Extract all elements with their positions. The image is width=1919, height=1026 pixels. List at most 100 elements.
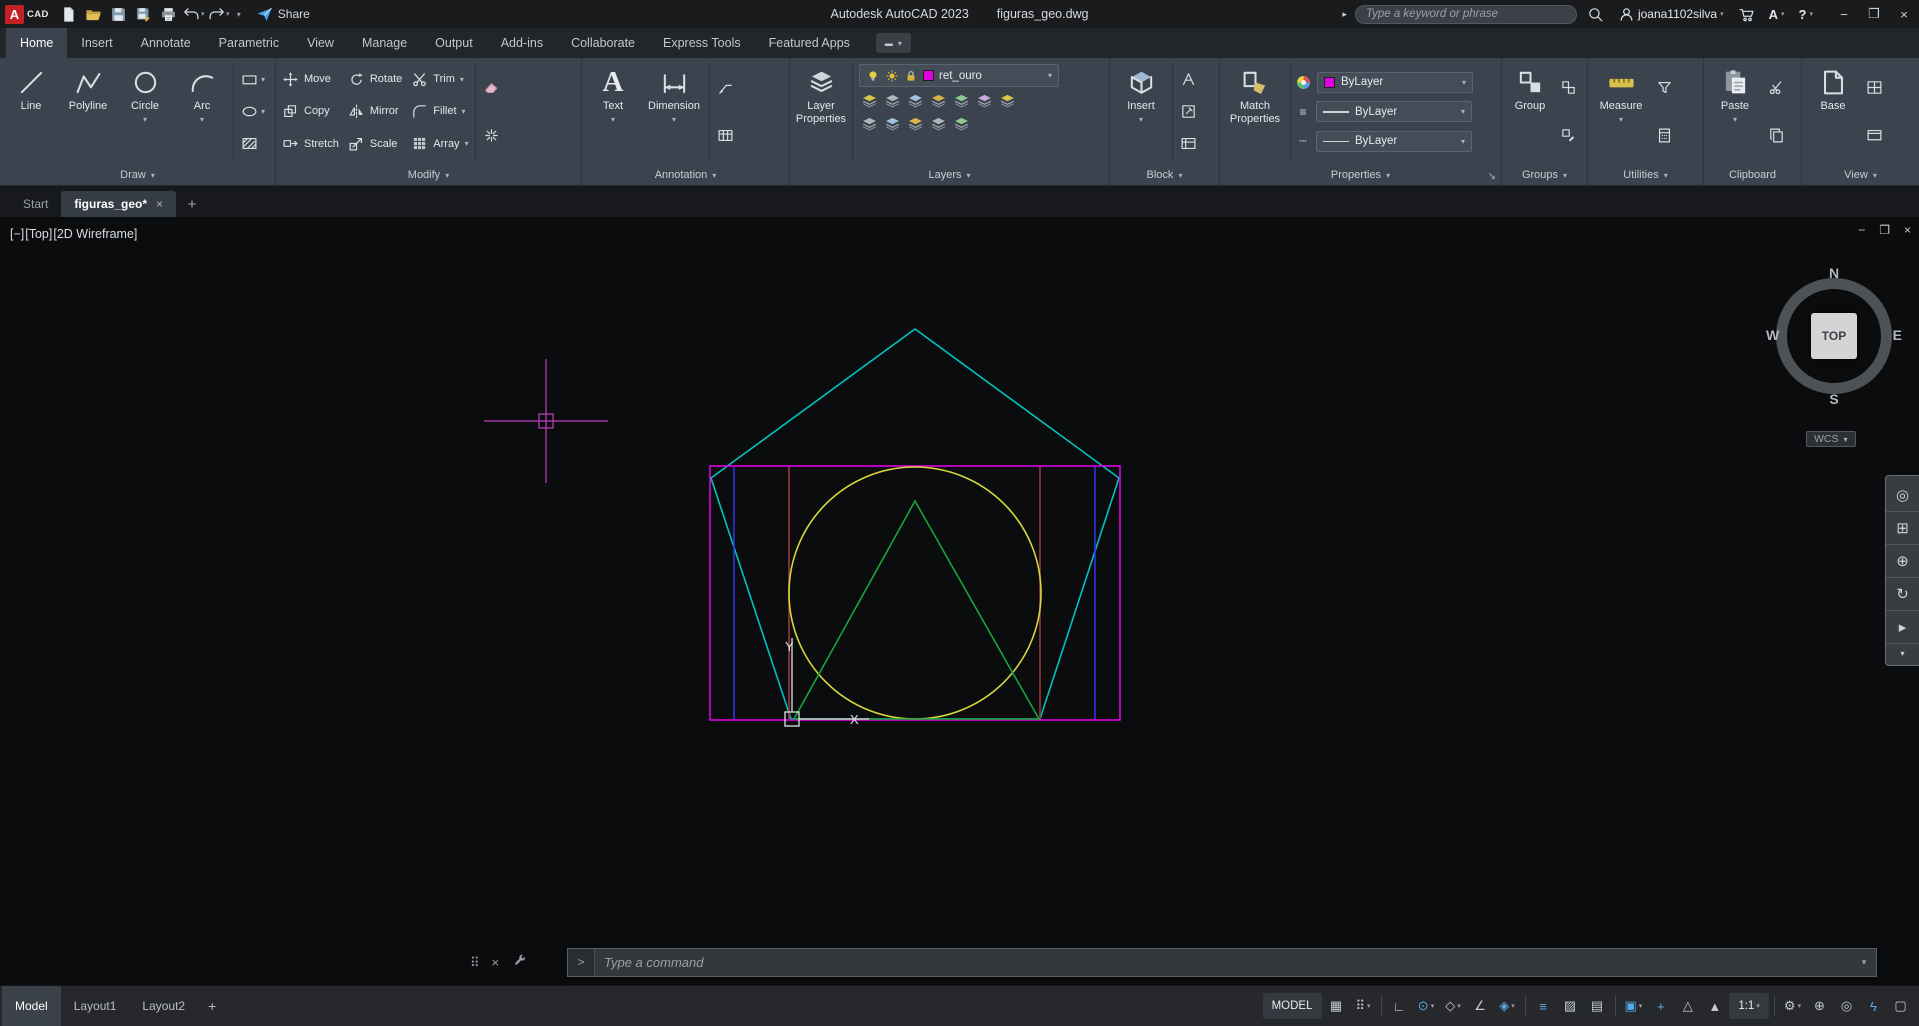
viewport-minimize-control[interactable]: [−] [10, 227, 24, 241]
line-button[interactable]: Line [4, 61, 58, 162]
layer-color-chip[interactable] [923, 70, 934, 81]
rectangle-button[interactable]: ▾ [238, 70, 268, 89]
tab-insert[interactable]: Insert [67, 28, 126, 58]
manage-attributes-button[interactable] [1177, 134, 1200, 153]
zoom-icon[interactable]: ⊕ [1886, 545, 1919, 578]
workspace-switching-icon[interactable]: ⚙ ▾ [1780, 993, 1805, 1019]
layer-thaw-icon[interactable] [882, 113, 903, 134]
orbit-icon[interactable]: ↻ [1886, 578, 1919, 611]
hatch-button[interactable] [238, 134, 268, 153]
block-editor-button[interactable] [1177, 102, 1200, 121]
quick-select-button[interactable] [1653, 78, 1676, 97]
layer-off-icon[interactable] [859, 90, 880, 111]
share-button[interactable]: Share [246, 0, 320, 28]
tab-featured-apps[interactable]: Featured Apps [755, 28, 864, 58]
layer-on-off-icon[interactable] [866, 69, 880, 83]
leader-button[interactable] [714, 78, 737, 97]
customize-quick-access-button[interactable]: ▾ [232, 2, 246, 26]
drawing-minimize-icon[interactable]: − [1858, 223, 1865, 237]
circle-dropdown-icon[interactable]: ▾ [143, 115, 147, 124]
close-tab-icon[interactable]: × [156, 197, 163, 211]
trim-dropdown-icon[interactable]: ▾ [460, 75, 464, 84]
grid-icon[interactable]: ▦ [1324, 993, 1349, 1019]
move-button[interactable]: Move [282, 71, 339, 88]
search-expand-icon[interactable]: ▸ [1340, 9, 1349, 20]
panel-layers-label[interactable]: Layers ▾ [790, 165, 1109, 185]
base-view-button[interactable]: Base [1806, 61, 1860, 162]
tab-view[interactable]: View [293, 28, 348, 58]
compass-west[interactable]: W [1766, 327, 1779, 343]
stretch-button[interactable]: Stretch [282, 135, 339, 152]
explode-button[interactable] [480, 126, 503, 145]
command-drag-grip[interactable]: ⠿ [470, 955, 479, 971]
lineweight-dropdown[interactable]: ByLayer ▾ [1316, 101, 1472, 122]
drawing-close-icon[interactable]: × [1904, 223, 1911, 237]
annotation-scale-button[interactable]: 1:1 ▾ [1729, 993, 1769, 1019]
selection-cycling-icon[interactable]: ▤ [1585, 993, 1610, 1019]
model-space-button[interactable]: MODEL [1262, 993, 1322, 1019]
viewport-view-control[interactable]: [Top] [25, 227, 52, 241]
linetype-dropdown[interactable]: ByLayer ▾ [1316, 130, 1472, 152]
color-wheel-icon[interactable] [1295, 74, 1312, 91]
tab-add-ins[interactable]: Add-ins [487, 28, 557, 58]
layer-dropdown-icon[interactable]: ▾ [1048, 71, 1052, 80]
insert-dropdown-icon[interactable]: ▾ [1139, 115, 1143, 124]
text-dropdown-icon[interactable]: ▾ [611, 115, 615, 124]
fillet-button[interactable]: Fillet ▾ [411, 103, 468, 120]
tab-annotate[interactable]: Annotate [127, 28, 205, 58]
selection-filtering-icon[interactable]: ▣ ▾ [1621, 993, 1647, 1019]
model-tab[interactable]: Model [2, 986, 61, 1026]
save-button[interactable] [107, 2, 131, 26]
transparency-icon[interactable]: ▨ [1558, 993, 1583, 1019]
layer-walk-icon[interactable] [928, 113, 949, 134]
annotation-visibility-icon[interactable]: △ [1675, 993, 1700, 1019]
paste-button[interactable]: Paste ▾ [1708, 61, 1762, 162]
layer-freeze-thaw-icon[interactable] [885, 69, 899, 83]
view-manager-button[interactable] [1863, 126, 1886, 145]
help-search-field[interactable] [1354, 4, 1577, 24]
tab-parametric[interactable]: Parametric [205, 28, 293, 58]
command-input[interactable]: Type a command [595, 955, 1852, 970]
view-cube-top-face[interactable]: TOP [1811, 313, 1857, 359]
table-button[interactable] [714, 126, 737, 145]
panel-utilities-label[interactable]: Utilities ▾ [1588, 165, 1703, 185]
layer-match-icon[interactable] [974, 90, 995, 111]
panel-clipboard-label[interactable]: Clipboard [1704, 165, 1801, 185]
recent-commands-icon[interactable]: ▾ [1852, 949, 1876, 976]
cut-button[interactable] [1765, 78, 1788, 97]
navbar-menu-icon[interactable]: ▾ [1886, 644, 1919, 662]
gizmo-icon[interactable]: + [1648, 993, 1673, 1019]
command-customize-icon[interactable] [513, 953, 527, 972]
panel-groups-label[interactable]: Groups ▾ [1502, 165, 1587, 185]
erase-button[interactable] [480, 78, 503, 97]
compass-east[interactable]: E [1893, 327, 1902, 343]
layer-merge-icon[interactable] [951, 113, 972, 134]
layer-properties-button[interactable]: Layer Properties [794, 61, 848, 162]
ortho-icon[interactable]: ∟ [1387, 993, 1412, 1019]
drawing-tab[interactable]: figuras_geo* × [61, 191, 177, 217]
undo-button[interactable]: ▾ [182, 2, 206, 26]
compass-north[interactable]: N [1764, 265, 1904, 281]
osnap-tracking-icon[interactable]: ∠ [1468, 993, 1493, 1019]
search-input[interactable] [1365, 8, 1566, 20]
tab-manage[interactable]: Manage [348, 28, 421, 58]
save-as-button[interactable] [132, 2, 156, 26]
viewport-visual-style-control[interactable]: [2D Wireframe] [53, 227, 137, 241]
command-close-icon[interactable]: × [492, 955, 500, 970]
isometric-drafting-icon[interactable]: ◇ ▾ [1441, 993, 1466, 1019]
tab-home[interactable]: Home [6, 28, 68, 58]
quick-calculator-button[interactable] [1653, 126, 1676, 145]
restore-button[interactable]: ❐ [1859, 0, 1889, 28]
circle-button[interactable]: Circle ▾ [118, 61, 172, 162]
redo-button[interactable]: ▾ [207, 2, 231, 26]
panel-modify-label[interactable]: Modify ▾ [276, 165, 581, 185]
redo-dropdown-icon[interactable]: ▾ [226, 10, 230, 18]
layer-dropdown[interactable]: ret_ouro ▾ [859, 64, 1059, 87]
tab-collaborate[interactable]: Collaborate [557, 28, 649, 58]
dimension-dropdown-icon[interactable]: ▾ [672, 115, 676, 124]
app-store-button[interactable] [1734, 0, 1759, 28]
plot-button[interactable] [157, 2, 181, 26]
start-tab[interactable]: Start [10, 191, 61, 217]
lineweight-list-icon[interactable]: ≡ [1295, 105, 1311, 119]
layer-freeze-icon[interactable] [905, 90, 926, 111]
